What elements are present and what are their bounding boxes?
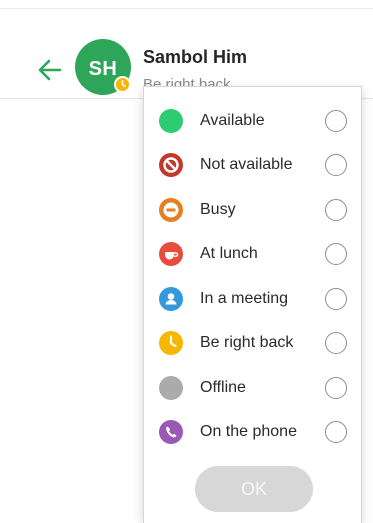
contact-name: Sambol Him — [143, 47, 248, 67]
phone-icon — [159, 420, 183, 444]
available-icon — [159, 109, 183, 133]
status-radio[interactable] — [325, 288, 347, 310]
lunch-icon — [159, 242, 183, 266]
status-option-at-lunch[interactable]: At lunch — [143, 234, 362, 274]
status-option-label: On the phone — [200, 423, 297, 440]
status-option-available[interactable]: Available — [143, 101, 362, 141]
previous-item-edge — [0, 0, 373, 12]
status-option-in-a-meeting[interactable]: In a meeting — [143, 279, 362, 319]
status-option-be-right-back[interactable]: Be right back — [143, 323, 362, 363]
status-option-not-available[interactable]: Not available — [143, 145, 362, 185]
clock-icon — [159, 331, 183, 355]
header-divider — [0, 98, 143, 99]
back-button[interactable] — [36, 56, 64, 84]
status-option-label: Not available — [200, 156, 293, 173]
clock-icon — [121, 80, 126, 88]
status-option-label: In a meeting — [200, 290, 289, 307]
status-radio[interactable] — [325, 377, 347, 399]
offline-icon — [159, 376, 183, 400]
ok-button[interactable]: OK — [195, 466, 313, 512]
status-radio[interactable] — [325, 243, 347, 265]
status-option-label: Offline — [200, 379, 246, 396]
not-available-icon — [159, 153, 183, 177]
header-divider-right — [362, 98, 373, 99]
status-badge — [114, 76, 131, 93]
status-radio[interactable] — [325, 110, 347, 132]
status-radio[interactable] — [325, 154, 347, 176]
status-option-label: At lunch — [200, 245, 258, 262]
status-option-label: Be right back — [200, 334, 294, 351]
status-option-label: Available — [200, 112, 265, 129]
status-option-label: Busy — [200, 201, 236, 218]
meeting-icon — [159, 287, 183, 311]
status-radio[interactable] — [325, 332, 347, 354]
status-option-on-the-phone[interactable]: On the phone — [143, 412, 362, 452]
status-radio[interactable] — [325, 421, 347, 443]
status-option-offline[interactable]: Offline — [143, 368, 362, 408]
avatar-initials: SH — [88, 57, 118, 80]
status-radio[interactable] — [325, 199, 347, 221]
busy-icon — [159, 198, 183, 222]
status-option-busy[interactable]: Busy — [143, 190, 362, 230]
arrow-left-icon — [38, 59, 62, 81]
